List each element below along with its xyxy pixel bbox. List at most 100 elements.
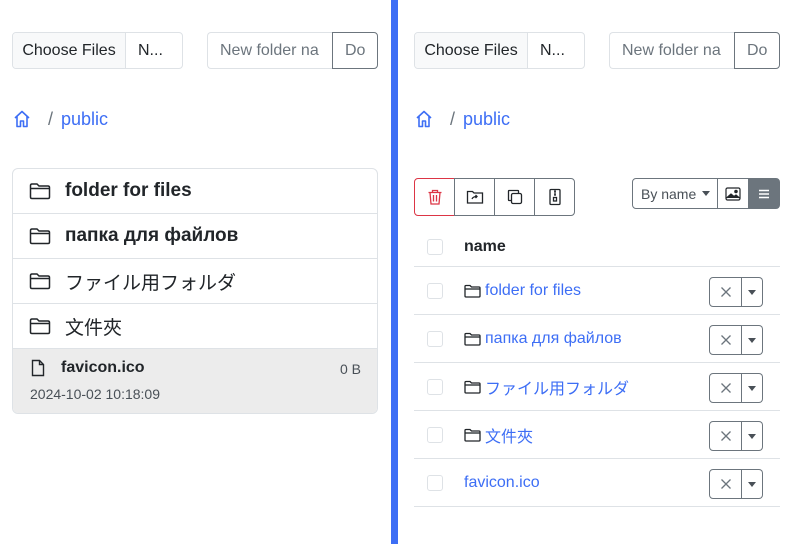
list-item[interactable]: папка для файлов	[13, 214, 377, 259]
row-checkbox[interactable]	[427, 282, 443, 299]
row-more-button[interactable]	[742, 421, 763, 451]
delete-button[interactable]	[414, 178, 455, 216]
row-actions	[709, 325, 763, 355]
row-delete-button[interactable]	[709, 421, 742, 451]
row-more-button[interactable]	[742, 325, 763, 355]
no-file-text: N...	[540, 41, 565, 59]
new-folder-input[interactable]	[609, 32, 734, 69]
table-row: folder for files	[414, 267, 780, 315]
folder-icon	[464, 284, 481, 298]
sort-dropdown[interactable]: By name	[632, 178, 718, 209]
zip-icon	[548, 188, 561, 206]
row-name-cell[interactable]: папка для файлов	[464, 330, 622, 348]
table-row: папка для файлов	[414, 315, 780, 363]
view-controls: By name	[632, 178, 780, 209]
close-icon	[720, 479, 731, 489]
new-folder-input[interactable]	[207, 32, 332, 69]
move-button[interactable]	[454, 178, 495, 216]
choose-files-button[interactable]: Choose Files	[415, 33, 528, 68]
image-view-button[interactable]	[717, 178, 749, 209]
row-actions	[709, 421, 763, 451]
file-input[interactable]: Choose Files N...	[414, 32, 585, 69]
row-label: folder for files	[485, 281, 582, 299]
chevron-down-icon	[748, 433, 756, 439]
folder-icon	[29, 273, 51, 290]
row-checkbox[interactable]	[427, 330, 443, 347]
row-checkbox[interactable]	[427, 474, 443, 491]
home-icon[interactable]	[12, 109, 32, 129]
breadcrumb-current[interactable]: public	[61, 109, 108, 130]
row-delete-button[interactable]	[709, 325, 742, 355]
copy-icon	[507, 189, 522, 205]
breadcrumb: / public	[12, 106, 108, 132]
file-modified: 2024-10-02 10:18:09	[30, 386, 160, 402]
folder-icon	[29, 183, 51, 200]
new-folder-group: Do	[207, 32, 378, 69]
row-more-button[interactable]	[742, 373, 763, 403]
choose-files-button[interactable]: Choose Files	[13, 33, 126, 68]
row-checkbox[interactable]	[427, 426, 443, 443]
row-label: favicon.ico	[464, 473, 540, 491]
file-row-top: favicon.ico	[31, 359, 361, 377]
chevron-down-icon	[748, 481, 756, 487]
folder-icon	[464, 380, 481, 394]
pane-divider[interactable]	[391, 0, 398, 544]
breadcrumb-current[interactable]: public	[463, 109, 510, 130]
bulk-actions-toolbar	[414, 178, 575, 216]
row-actions	[709, 469, 763, 499]
list-view-icon	[759, 189, 769, 198]
sort-label: By name	[641, 185, 697, 202]
folder-icon	[464, 428, 481, 442]
left-pane: Choose Files N... Do / public folder for…	[0, 0, 391, 544]
row-name-cell[interactable]: ファイル用フォルダ	[464, 375, 629, 399]
select-all-checkbox[interactable]	[427, 239, 443, 255]
list-view-button[interactable]	[748, 178, 780, 209]
row-more-button[interactable]	[742, 277, 763, 307]
table-row: favicon.ico	[414, 459, 780, 507]
close-icon	[720, 287, 731, 297]
selected-file-item[interactable]: favicon.ico 0 B 2024-10-02 10:18:09	[13, 349, 377, 413]
row-label: 文件夾	[485, 428, 534, 446]
chevron-down-icon	[748, 289, 756, 295]
file-input[interactable]: Choose Files N...	[12, 32, 183, 69]
row-actions	[709, 373, 763, 403]
close-icon	[720, 335, 731, 345]
file-name: favicon.ico	[61, 359, 145, 376]
column-header-name[interactable]: name	[464, 238, 506, 256]
close-icon	[720, 383, 731, 393]
row-name-cell[interactable]: folder for files	[464, 282, 581, 300]
row-more-button[interactable]	[742, 469, 763, 499]
folder-label: folder for files	[65, 180, 192, 201]
row-delete-button[interactable]	[709, 373, 742, 403]
row-name-cell[interactable]: favicon.ico	[464, 474, 540, 492]
row-name-cell[interactable]: 文件夾	[464, 423, 533, 447]
table-row: 文件夾	[414, 411, 780, 459]
folder-move-icon	[466, 190, 483, 204]
row-label: папка для файлов	[485, 329, 622, 347]
list-item[interactable]: 文件夾	[13, 304, 377, 349]
file-icon	[31, 359, 45, 377]
folder-icon	[464, 332, 481, 346]
table-row: ファイル用フォルダ	[414, 363, 780, 411]
copy-button[interactable]	[494, 178, 535, 216]
home-icon[interactable]	[414, 109, 434, 129]
folder-label: ファイル用フォルダ	[65, 272, 237, 294]
upload-row: Choose Files N... Do	[12, 32, 378, 69]
list-item[interactable]: ファイル用フォルダ	[13, 259, 377, 304]
folder-label: 文件夾	[65, 317, 123, 339]
row-label: ファイル用フォルダ	[485, 380, 630, 398]
row-delete-button[interactable]	[709, 469, 742, 499]
create-folder-button[interactable]: Do	[332, 32, 378, 69]
create-folder-button[interactable]: Do	[734, 32, 780, 69]
zip-button[interactable]	[534, 178, 575, 216]
chevron-down-icon	[748, 385, 756, 391]
no-file-text: N...	[138, 41, 163, 59]
row-delete-button[interactable]	[709, 277, 742, 307]
breadcrumb-separator: /	[450, 108, 456, 129]
list-item[interactable]: folder for files	[13, 169, 377, 214]
row-checkbox[interactable]	[427, 378, 443, 395]
file-size: 0 B	[339, 361, 361, 377]
row-actions	[709, 277, 763, 307]
folder-icon	[29, 228, 51, 245]
file-list: folder for files папка для файлов ファイル用フ…	[12, 168, 378, 414]
